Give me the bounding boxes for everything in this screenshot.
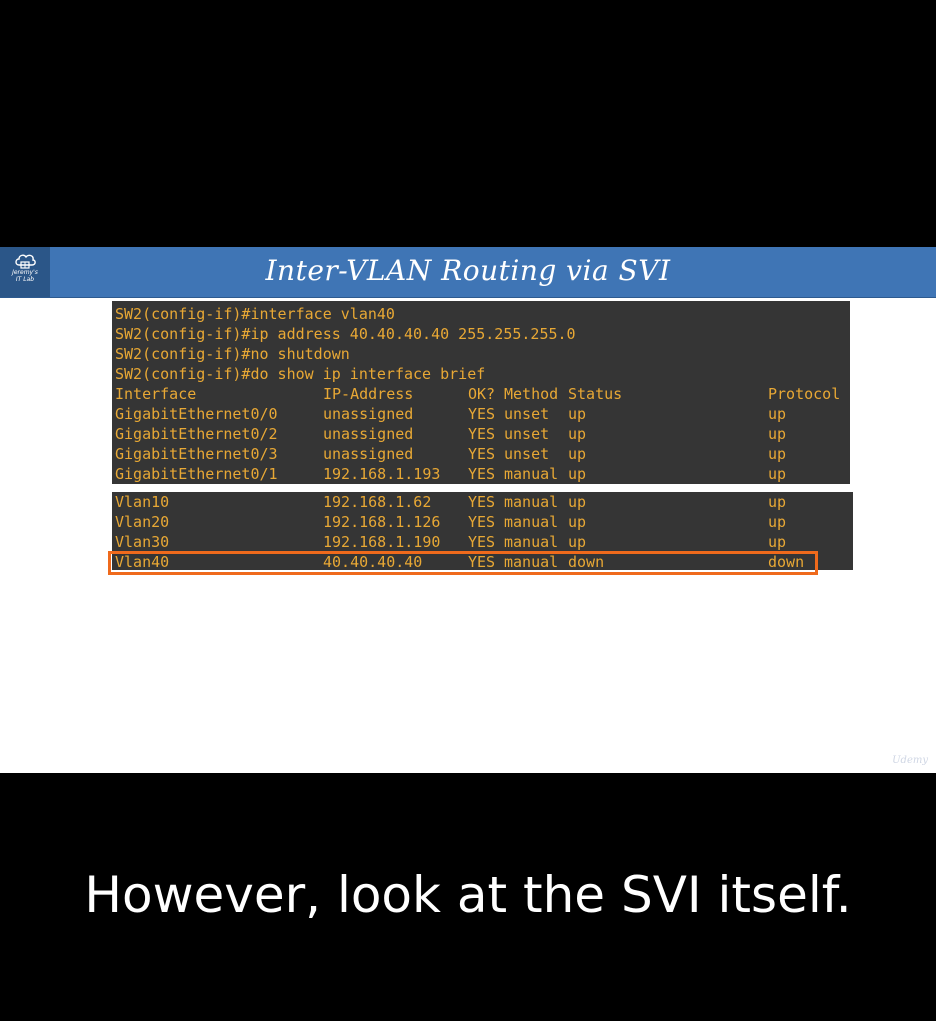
- cell-ok: YES: [468, 425, 496, 443]
- cell-interface: Vlan20: [115, 513, 170, 531]
- header-status: Status: [568, 385, 623, 403]
- terminal-output-top: SW2(config-if)#interface vlan40 SW2(conf…: [112, 301, 850, 484]
- cell-method: manual: [504, 493, 559, 511]
- cell-ip-address: 192.168.1.190: [323, 533, 441, 551]
- slide-title: Inter-VLAN Routing via SVI: [265, 254, 671, 287]
- cell-ok: YES: [468, 493, 496, 511]
- vlan40-highlight-box: [108, 551, 818, 575]
- table-row: GigabitEthernet0/2 unassigned YES unset …: [112, 424, 852, 444]
- cell-protocol: up: [768, 445, 787, 463]
- slide: Inter-VLAN Routing via SVI Jeremy's IT L…: [0, 247, 936, 773]
- slide-title-bar: Inter-VLAN Routing via SVI Jeremy's IT L…: [0, 247, 936, 298]
- cell-protocol: up: [768, 405, 787, 423]
- cell-ip-address: 192.168.1.126: [323, 513, 441, 531]
- cell-status: up: [568, 513, 587, 531]
- cell-protocol: up: [768, 493, 787, 511]
- cell-interface: GigabitEthernet0/2: [115, 425, 278, 443]
- cell-status: up: [568, 425, 587, 443]
- cell-protocol: up: [768, 533, 787, 551]
- cell-protocol: up: [768, 513, 787, 531]
- cell-interface: Vlan10: [115, 493, 170, 511]
- cell-status: up: [568, 533, 587, 551]
- cell-method: manual: [504, 533, 559, 551]
- cell-protocol: up: [768, 425, 787, 443]
- table-row: GigabitEthernet0/0 unassigned YES unset …: [112, 404, 852, 424]
- cell-status: up: [568, 465, 587, 483]
- cell-ok: YES: [468, 465, 496, 483]
- cell-ok: YES: [468, 513, 496, 531]
- table-row: GigabitEthernet0/3 unassigned YES unset …: [112, 444, 852, 464]
- header-protocol: Protocol: [768, 385, 841, 403]
- table-header-row: Interface IP-Address OK? Method Status P…: [112, 384, 852, 404]
- jeremys-it-lab-logo: Jeremy's IT Lab: [0, 247, 50, 297]
- udemy-watermark: Udemy: [892, 755, 928, 766]
- table-row: Vlan30 192.168.1.190 YES manual up up: [112, 532, 852, 552]
- table-row: Vlan10 192.168.1.62 YES manual up up: [112, 492, 852, 512]
- cell-ok: YES: [468, 405, 496, 423]
- cell-interface: GigabitEthernet0/1: [115, 465, 278, 483]
- cell-ip-address: unassigned: [323, 425, 414, 443]
- table-row: Vlan20 192.168.1.126 YES manual up up: [112, 512, 852, 532]
- logo-line-2: IT Lab: [15, 276, 35, 283]
- cell-ip-address: 192.168.1.193: [323, 465, 441, 483]
- cell-ip-address: 192.168.1.62: [323, 493, 432, 511]
- cell-method: unset: [504, 445, 550, 463]
- cell-status: up: [568, 405, 587, 423]
- cell-ok: YES: [468, 533, 496, 551]
- command-line: SW2(config-if)#no shutdown: [115, 345, 350, 363]
- cell-interface: GigabitEthernet0/3: [115, 445, 278, 463]
- cell-method: unset: [504, 425, 550, 443]
- table-row: GigabitEthernet0/1 192.168.1.193 YES man…: [112, 464, 852, 484]
- video-frame: Inter-VLAN Routing via SVI Jeremy's IT L…: [0, 0, 936, 1021]
- header-ip-address: IP-Address: [323, 385, 414, 403]
- cell-interface: GigabitEthernet0/0: [115, 405, 278, 423]
- cell-status: up: [568, 445, 587, 463]
- cell-method: manual: [504, 513, 559, 531]
- cell-ok: YES: [468, 445, 496, 463]
- command-line: SW2(config-if)#interface vlan40: [115, 305, 395, 323]
- command-line: SW2(config-if)#ip address 40.40.40.40 25…: [115, 325, 576, 343]
- cell-ip-address: unassigned: [323, 445, 414, 463]
- cloud-lab-icon: [15, 254, 36, 269]
- cell-method: unset: [504, 405, 550, 423]
- cell-status: up: [568, 493, 587, 511]
- cell-method: manual: [504, 465, 559, 483]
- cell-protocol: up: [768, 465, 787, 483]
- video-caption: However, look at the SVI itself.: [84, 866, 852, 924]
- cell-ip-address: unassigned: [323, 405, 414, 423]
- header-interface: Interface: [115, 385, 197, 403]
- cell-interface: Vlan30: [115, 533, 170, 551]
- command-line: SW2(config-if)#do show ip interface brie…: [115, 365, 486, 383]
- header-method: Method: [504, 385, 559, 403]
- header-ok: OK?: [468, 385, 496, 403]
- logo-line-1: Jeremy's: [12, 269, 38, 276]
